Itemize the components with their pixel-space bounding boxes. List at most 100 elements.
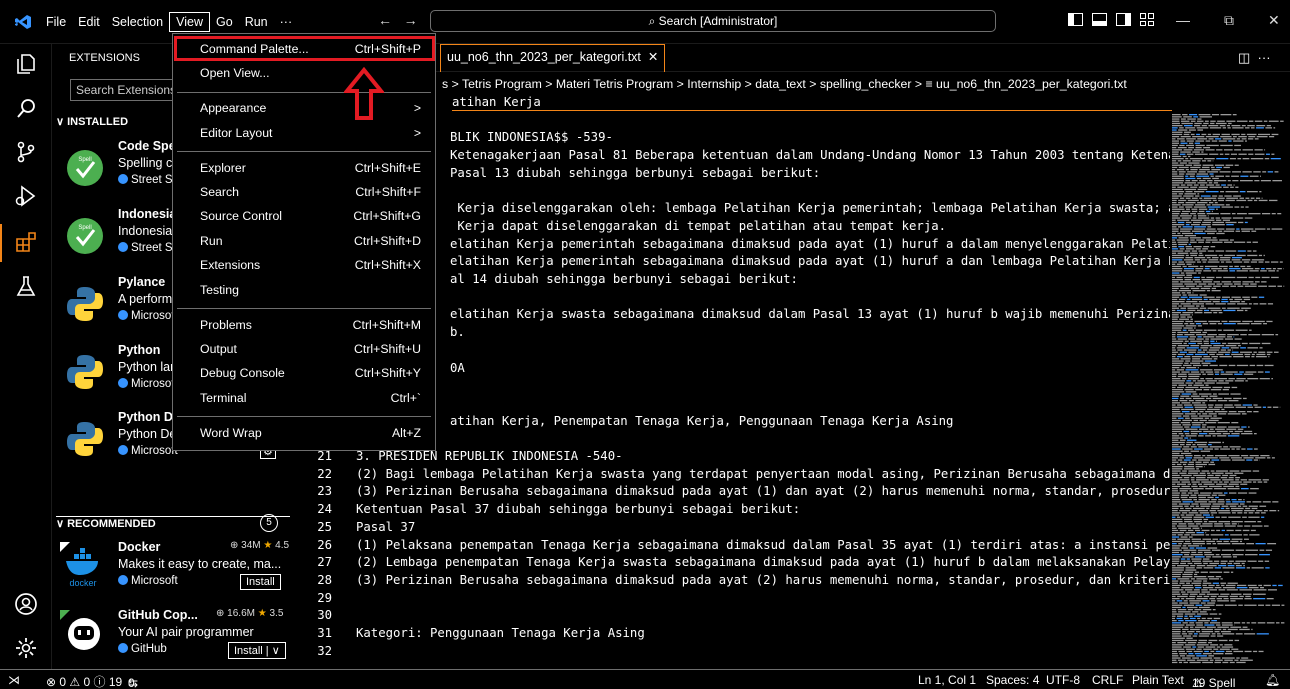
- code-line[interactable]: 31 Kategori: Penggunaan Tenaga Kerja Asin…: [290, 625, 1170, 643]
- recommended-section-header[interactable]: ∨ RECOMMENDED: [56, 516, 290, 530]
- minimap-text-mark: [1248, 303, 1252, 305]
- minimap-text-mark: [1209, 510, 1216, 512]
- notifications-bell-icon[interactable]: 🔔︎: [1265, 673, 1280, 687]
- run-debug-icon[interactable]: [14, 184, 38, 208]
- minimap-text-mark: [1232, 556, 1237, 558]
- menu-file[interactable]: File: [40, 12, 72, 32]
- restore-icon[interactable]: ⧉: [1224, 12, 1234, 29]
- code-line[interactable]: 25 Pasal 37: [290, 519, 1170, 537]
- minimap-text-mark: [1187, 642, 1197, 644]
- extensions-icon[interactable]: [14, 230, 38, 254]
- menu-edit[interactable]: Edit: [72, 12, 106, 32]
- view-menu-item-search[interactable]: Search Ctrl+Shift+F: [173, 181, 435, 205]
- editor-tab[interactable]: uu_no6_thn_2023_per_kategori.txt ✕: [440, 44, 666, 72]
- minimap-text-mark: [1205, 303, 1214, 305]
- view-menu-item-run[interactable]: Run Ctrl+Shift+D: [173, 230, 435, 254]
- code-line[interactable]: 29: [290, 590, 1170, 608]
- minimap-text-mark: [1198, 393, 1212, 395]
- command-center-search[interactable]: ⌕ Search [Administrator]: [430, 10, 996, 32]
- more-actions-icon[interactable]: ···: [1258, 50, 1271, 65]
- minimap-text-mark: [1183, 259, 1194, 261]
- menu-run[interactable]: Run: [239, 12, 274, 32]
- menu-go[interactable]: Go: [210, 12, 239, 32]
- minimap-text-mark: [1172, 435, 1180, 437]
- encoding[interactable]: UTF-8: [1046, 673, 1080, 687]
- menu-more[interactable]: ···: [274, 12, 299, 32]
- view-menu-item-source-control[interactable]: Source Control Ctrl+Shift+G: [173, 205, 435, 229]
- view-menu-item-debug-console[interactable]: Debug Console Ctrl+Shift+Y: [173, 362, 435, 386]
- view-menu-item-testing[interactable]: Testing: [173, 279, 435, 303]
- install-button[interactable]: Install | ∨: [228, 642, 286, 659]
- minimap-text-mark: [1172, 391, 1185, 393]
- language-mode[interactable]: Plain Text: [1132, 673, 1184, 687]
- remote-icon[interactable]: ⋊: [8, 673, 20, 687]
- menu-view[interactable]: View: [169, 12, 211, 32]
- minimap-text-mark: [1172, 474, 1180, 477]
- account-icon[interactable]: [14, 592, 38, 616]
- code-line[interactable]: 26 (1) Pelaksana penempatan Tenaga Kerja …: [290, 537, 1170, 555]
- view-menu-item-terminal[interactable]: Terminal Ctrl+`: [173, 387, 435, 411]
- view-menu-item-explorer[interactable]: Explorer Ctrl+Shift+E: [173, 157, 435, 181]
- view-menu-item-word-wrap[interactable]: Word Wrap Alt+Z: [173, 422, 435, 446]
- minimap-text-mark: [1216, 283, 1223, 285]
- forward-arrow-icon[interactable]: →: [404, 12, 418, 28]
- breadcrumb[interactable]: s > Tetris Program > Materi Tetris Progr…: [442, 77, 1127, 91]
- minimize-icon[interactable]: —: [1176, 12, 1190, 29]
- problems-indicator[interactable]: ⊗ 0 ⚠ 0 ⓘ 19: [46, 673, 122, 689]
- split-editor-icon[interactable]: ◫: [1238, 50, 1250, 65]
- toggle-primary-sidebar-icon[interactable]: [1068, 13, 1083, 26]
- minimap-text-mark: [1172, 428, 1184, 430]
- testing-icon[interactable]: [14, 274, 38, 298]
- minimap-text-mark: [1217, 435, 1227, 437]
- code-line[interactable]: 24 Ketentuan Pasal 37 diubah sehingga ber…: [290, 501, 1170, 519]
- back-arrow-icon[interactable]: ←: [378, 12, 392, 28]
- extension-item-docker[interactable]: docker Docker ⊕ 34M ★ 4.5 Makes it easy …: [52, 540, 290, 608]
- search-icon[interactable]: [14, 96, 38, 120]
- minimap-text-mark: [1265, 567, 1270, 569]
- toggle-secondary-sidebar-icon[interactable]: [1116, 13, 1131, 26]
- minimap-text-mark: [1237, 213, 1247, 215]
- cursor-position[interactable]: Ln 1, Col 1: [918, 673, 976, 687]
- minimap-text-mark: [1176, 169, 1185, 171]
- minimap-text-mark: [1193, 633, 1198, 635]
- minimap-text-mark: [1214, 631, 1220, 633]
- view-menu-item-editor-layout[interactable]: Editor Layout >: [173, 122, 435, 146]
- view-menu-item-extensions[interactable]: Extensions Ctrl+Shift+X: [173, 254, 435, 278]
- minimap-text-mark: [1207, 171, 1219, 173]
- minimap-text-mark: [1268, 356, 1270, 358]
- installed-section-header[interactable]: ∨ INSTALLED: [56, 115, 128, 128]
- code-line[interactable]: 23 (3) Perizinan Berusaha sebagaimana dim…: [290, 483, 1170, 501]
- close-tab-icon[interactable]: ✕: [644, 50, 658, 64]
- minimap-text-mark: [1219, 481, 1223, 483]
- minimap-text-mark: [1215, 217, 1220, 219]
- minimap[interactable]: [1170, 114, 1290, 669]
- minimap-text-mark: [1202, 177, 1211, 180]
- customize-layout-icon[interactable]: [1140, 13, 1154, 26]
- explorer-icon[interactable]: [14, 52, 38, 76]
- code-line[interactable]: 30: [290, 607, 1170, 625]
- code-line[interactable]: 27 (2) Lembaga penempatan Tenaga Kerja sw…: [290, 554, 1170, 572]
- install-button[interactable]: Install: [240, 574, 281, 590]
- code-line[interactable]: 22 (2) Bagi lembaga Pelatihan Kerja swast…: [290, 466, 1170, 484]
- toggle-panel-icon[interactable]: [1092, 13, 1107, 26]
- line-ending[interactable]: CRLF: [1092, 673, 1123, 687]
- minimap-text-mark: [1172, 248, 1179, 250]
- settings-gear-icon[interactable]: [14, 636, 38, 660]
- minimap-text-mark: [1247, 406, 1254, 408]
- minimap-text-mark: [1172, 560, 1180, 562]
- code-line[interactable]: 28 (3) Perizinan Berusaha sebagaimana dim…: [290, 572, 1170, 590]
- minimap-text-mark: [1195, 622, 1203, 624]
- code-line[interactable]: 32: [290, 643, 1170, 661]
- indentation[interactable]: Spaces: 4: [986, 673, 1039, 687]
- close-icon[interactable]: ✕: [1268, 12, 1280, 29]
- extension-item-github-copilot[interactable]: GitHub Cop... ⊕ 16.6M ★ 3.5 Your AI pair…: [52, 608, 290, 669]
- menu-selection[interactable]: Selection: [106, 12, 169, 32]
- source-control-icon[interactable]: [14, 140, 38, 164]
- view-menu-item-problems[interactable]: Problems Ctrl+Shift+M: [173, 314, 435, 338]
- view-menu-item-output[interactable]: Output Ctrl+Shift+U: [173, 338, 435, 362]
- minimap-text-mark: [1172, 338, 1177, 340]
- view-menu-item-appearance[interactable]: Appearance >: [173, 97, 435, 121]
- minimap-text-mark: [1226, 336, 1232, 338]
- minimap-text-mark: [1234, 149, 1242, 151]
- view-menu-item-open-view[interactable]: Open View...: [173, 62, 435, 86]
